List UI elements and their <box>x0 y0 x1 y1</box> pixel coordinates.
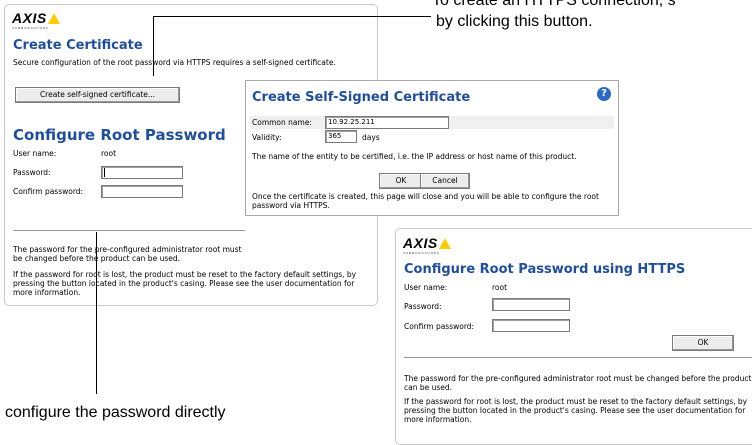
certificate-info-text: Once the certificate is created, this pa… <box>252 192 599 210</box>
confirm-password-label: Confirm password: <box>13 187 84 196</box>
username-value: root <box>101 149 117 158</box>
callout-bottom-left: configure the password directly <box>5 404 226 421</box>
ok-button[interactable]: OK <box>379 173 423 189</box>
callout-top-right-line2: by clicking this button. <box>436 13 593 30</box>
leader-line-bottom-vertical <box>96 232 97 394</box>
common-name-input[interactable]: 10.92.25.211 <box>325 116 449 129</box>
self-signed-certificate-title: Create Self-Signed Certificate <box>252 90 471 105</box>
panel-configure-root-password-https: AXIS COMMUNICATIONS Configure Root Passw… <box>395 228 752 445</box>
admin-password-note: The password for the pre-configured admi… <box>13 245 242 263</box>
divider <box>13 230 245 231</box>
username-label: User name: <box>13 149 57 158</box>
username-label: User name: <box>404 283 448 292</box>
lost-password-note: If the password for root is lost, the pr… <box>13 270 357 297</box>
admin-password-note: The password for the pre-configured admi… <box>404 374 752 392</box>
logo-subtitle: COMMUNICATIONS <box>12 26 49 30</box>
axis-logo: AXIS COMMUNICATIONS <box>403 235 451 255</box>
panel-create-self-signed-certificate: Create Self-Signed Certificate ? Common … <box>245 80 619 216</box>
common-name-label: Common name: <box>252 118 312 127</box>
callout-top-right-line1: To create an HTTPS connection, s <box>432 0 676 9</box>
password-label: Password: <box>404 302 442 311</box>
leader-line-top-horizontal <box>153 16 431 17</box>
create-certificate-description: Secure configuration of the root passwor… <box>13 58 336 67</box>
confirm-password-input[interactable] <box>492 319 570 332</box>
password-label: Password: <box>13 168 51 177</box>
validity-input[interactable]: 365 <box>325 130 357 143</box>
create-self-signed-certificate-button[interactable]: Create self-signed certificate... <box>15 87 180 103</box>
confirm-password-input[interactable] <box>101 185 183 198</box>
ok-button[interactable]: OK <box>672 335 734 351</box>
validity-unit: days <box>362 133 380 142</box>
validity-label: Validity: <box>252 133 282 142</box>
logo-triangle-icon <box>438 238 451 249</box>
lost-password-note: If the password for root is lost, the pr… <box>404 397 748 424</box>
password-input[interactable] <box>101 166 183 179</box>
help-icon[interactable]: ? <box>597 87 611 101</box>
logo-triangle-icon <box>47 13 60 24</box>
username-value: root <box>492 283 508 292</box>
confirm-password-label: Confirm password: <box>404 322 475 331</box>
configure-root-password-title: Configure Root Password <box>13 126 226 144</box>
cancel-button[interactable]: Cancel <box>420 173 470 189</box>
create-certificate-title: Create Certificate <box>13 38 143 53</box>
common-name-footnote: The name of the entity to be certified, … <box>252 152 577 161</box>
axis-logo: AXIS COMMUNICATIONS <box>12 10 60 30</box>
password-input[interactable] <box>492 298 570 311</box>
configure-root-password-https-title: Configure Root Password using HTTPS <box>404 262 686 277</box>
logo-subtitle: COMMUNICATIONS <box>403 251 440 255</box>
divider <box>404 357 752 358</box>
leader-line-top-vertical <box>153 16 154 76</box>
